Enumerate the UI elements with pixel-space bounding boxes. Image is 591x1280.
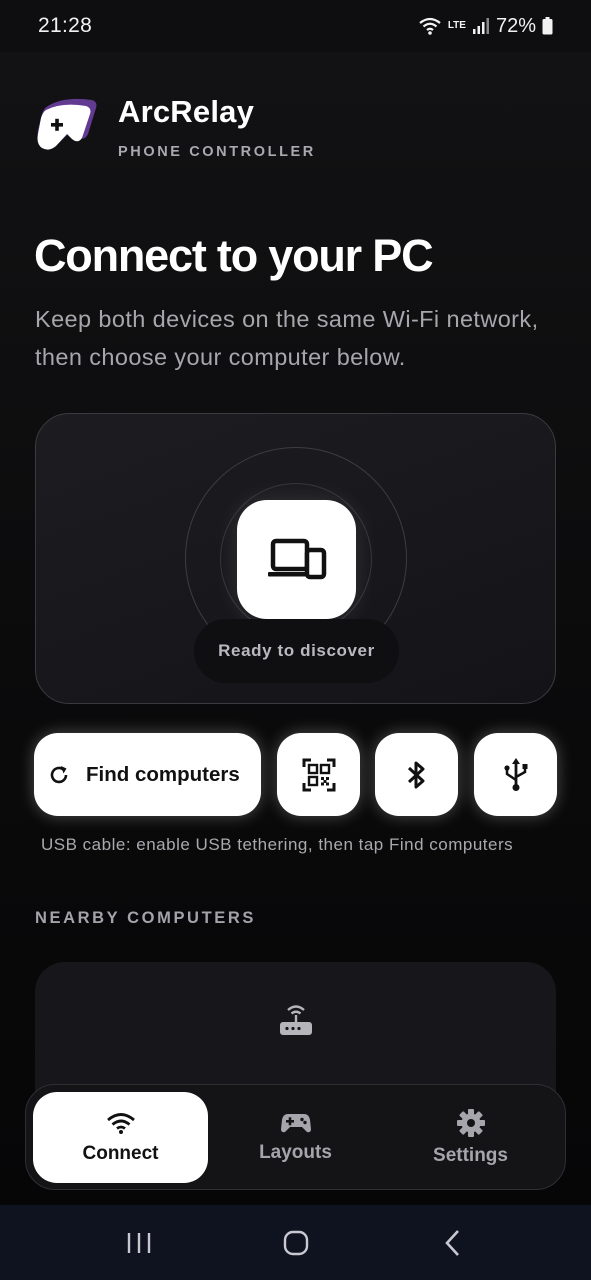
usb-icon — [503, 757, 527, 791]
usb-button[interactable] — [474, 733, 557, 816]
devices-icon — [267, 538, 326, 579]
qr-scan-button[interactable] — [277, 733, 360, 816]
bluetooth-button[interactable] — [375, 733, 458, 816]
devices-tile[interactable] — [237, 500, 356, 619]
signal-icon — [472, 18, 489, 34]
bottom-navigation: Connect Layouts Settings — [25, 1084, 566, 1190]
system-navigation-bar — [0, 1205, 591, 1280]
refresh-icon — [50, 765, 68, 783]
app-name: ArcRelay — [118, 94, 255, 129]
wifi-icon — [106, 1112, 135, 1134]
status-time: 21:28 — [38, 14, 93, 37]
nearby-computers-heading: NEARBY COMPUTERS — [35, 909, 256, 927]
gamepad-logo-icon — [34, 94, 100, 160]
discover-status: Ready to discover — [194, 619, 399, 683]
back-button[interactable] — [423, 1213, 483, 1273]
battery-percent: 72% — [495, 14, 536, 37]
brand-header: ArcRelay PHONE CONTROLLER — [34, 94, 316, 160]
usb-hint: USB cable: enable USB tethering, then ta… — [41, 835, 514, 854]
tab-connect-label: Connect — [82, 1142, 159, 1164]
tab-layouts[interactable]: Layouts — [208, 1092, 383, 1183]
back-icon — [444, 1229, 459, 1256]
tab-settings[interactable]: Settings — [383, 1092, 558, 1183]
tab-connect[interactable]: Connect — [33, 1092, 208, 1183]
home-button[interactable] — [266, 1213, 326, 1273]
discover-card: Ready to discover — [35, 413, 556, 704]
gamepad-icon — [280, 1113, 311, 1132]
router-icon — [280, 1005, 312, 1035]
home-icon — [283, 1230, 308, 1255]
tab-settings-label: Settings — [433, 1144, 508, 1166]
tab-layouts-label: Layouts — [259, 1141, 332, 1163]
wifi-status-icon — [419, 17, 441, 35]
lte-label: LTE — [447, 20, 466, 31]
recents-button[interactable] — [109, 1213, 169, 1273]
status-indicators: LTE 72% — [418, 15, 553, 38]
nearby-computers-list — [35, 962, 556, 1092]
connection-actions: Find computers — [34, 733, 557, 817]
bluetooth-icon — [407, 761, 424, 788]
gear-icon — [456, 1108, 485, 1137]
recents-icon — [127, 1232, 150, 1253]
find-computers-label: Find computers — [86, 762, 240, 786]
battery-icon — [542, 17, 553, 35]
find-computers-button[interactable]: Find computers — [34, 733, 261, 816]
qr-code-scan-icon — [302, 758, 335, 791]
status-bar: 21:28 LTE 72% — [0, 0, 591, 52]
page-description: Keep both devices on the same Wi-Fi netw… — [35, 306, 539, 370]
app-screen: ArcRelay PHONE CONTROLLER Connect to you… — [0, 52, 591, 1205]
page-title: Connect to your PC — [34, 230, 434, 281]
app-subtitle: PHONE CONTROLLER — [118, 144, 316, 160]
